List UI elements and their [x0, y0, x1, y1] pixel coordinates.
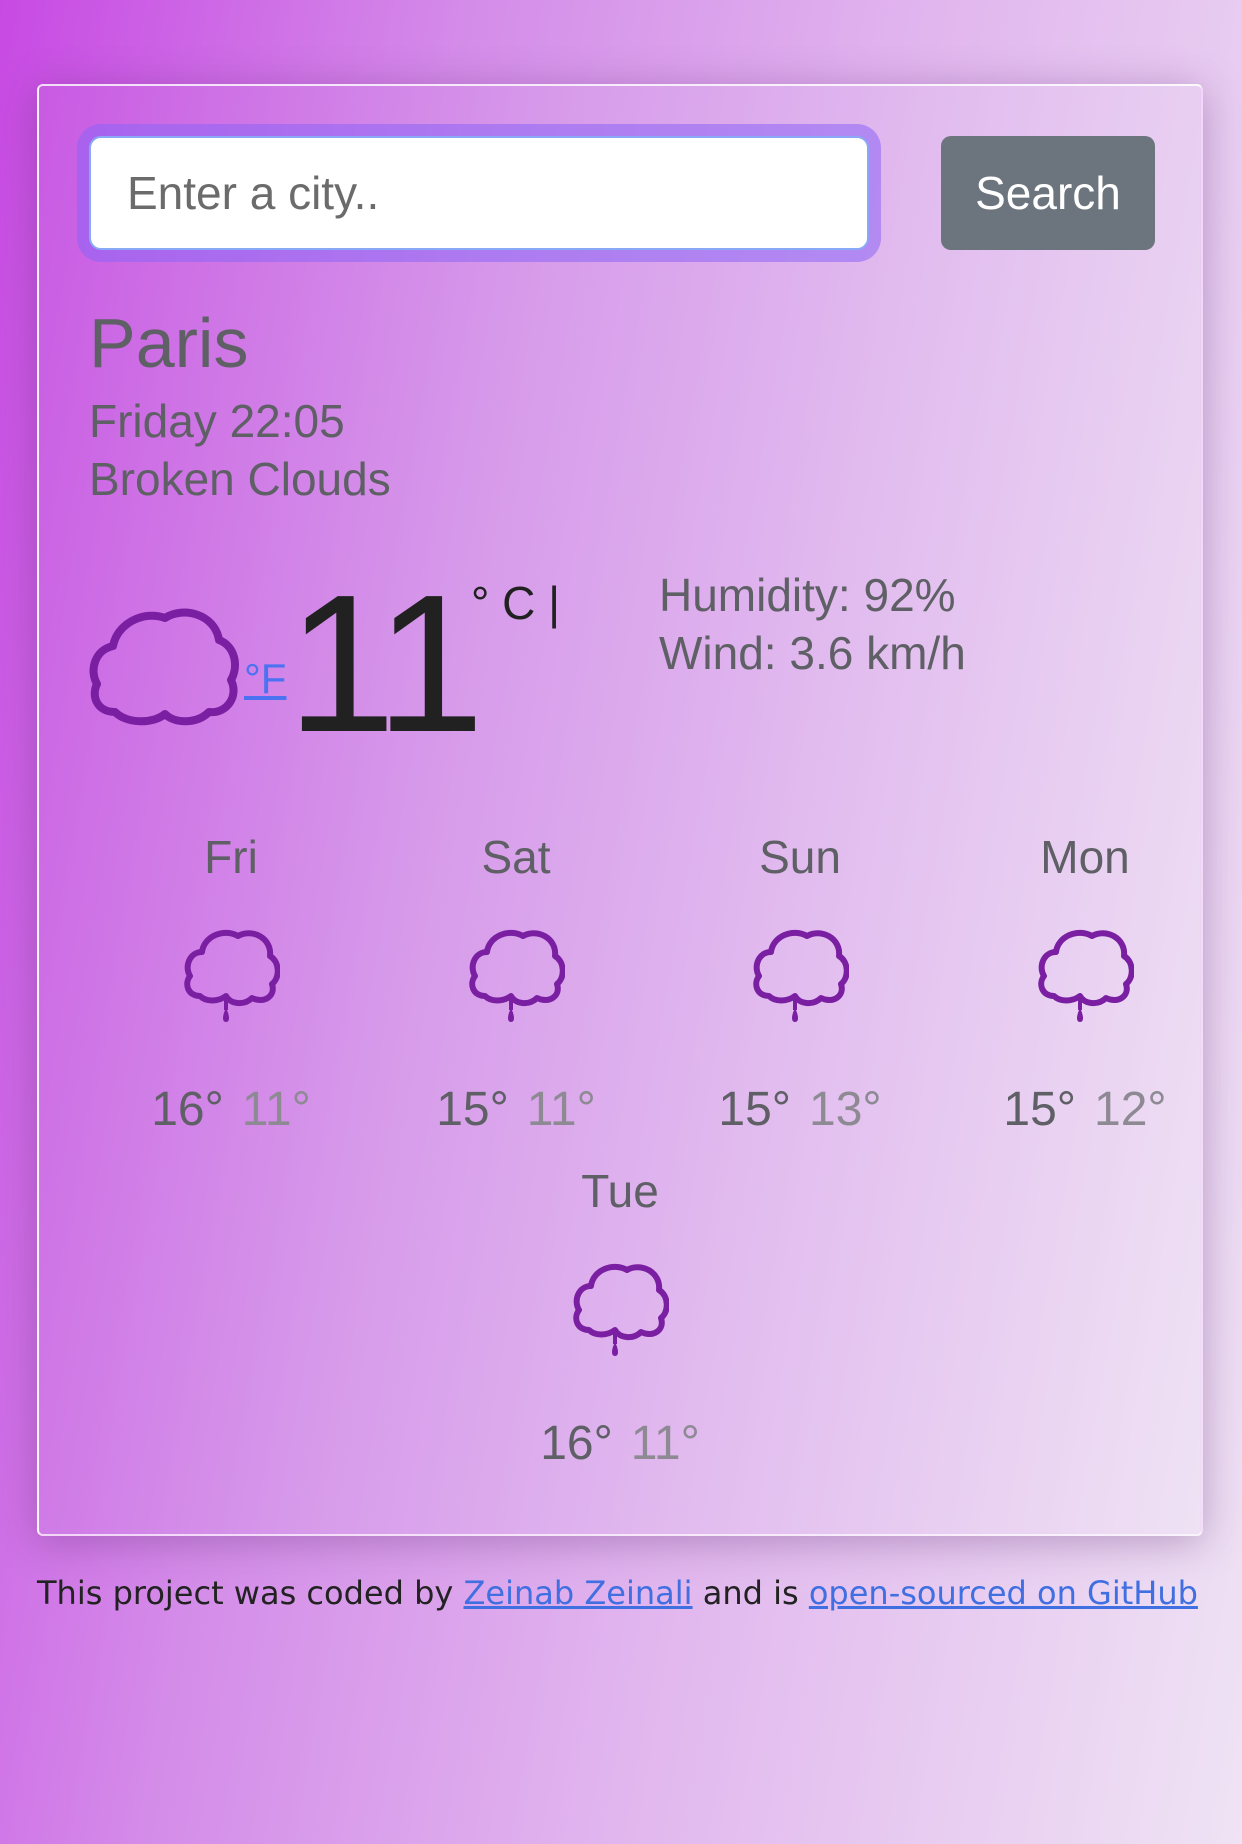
forecast-day-name: Mon	[1040, 831, 1130, 883]
forecast-day: Mon 15° 12°	[942, 834, 1228, 1134]
forecast-max-temp: 16°	[151, 1083, 224, 1136]
forecast-day-name: Sat	[481, 831, 551, 883]
forecast-temps: 15° 12°	[942, 1086, 1228, 1134]
forecast-day: Sat 15° 11°	[373, 834, 659, 1134]
forecast-day-name: Sun	[759, 831, 841, 883]
search-form: Search	[89, 136, 1155, 250]
footer: This project was coded by Zeinab Zeinali…	[37, 1574, 1198, 1612]
rain-cloud-icon	[1038, 929, 1134, 1022]
forecast-day: Sun 15° 13°	[657, 834, 943, 1134]
footer-text: and is	[702, 1574, 799, 1612]
weather-card: Search Paris Friday 22:05 Broken Clouds …	[37, 84, 1203, 1536]
forecast-max-temp: 15°	[1003, 1083, 1076, 1136]
fahrenheit-link[interactable]: °F	[244, 658, 286, 700]
humidity: Humidity: 92%	[659, 569, 956, 621]
rain-cloud-icon	[753, 929, 849, 1022]
search-button[interactable]: Search	[941, 136, 1155, 250]
forecast-temps: 16° 11°	[477, 1420, 763, 1468]
current-temperature: 11	[287, 554, 484, 773]
celsius-unit: ° C |	[471, 577, 561, 629]
forecast-min-temp: 11°	[630, 1417, 700, 1470]
city-name: Paris	[89, 304, 249, 382]
cloud-icon	[89, 608, 239, 726]
rain-cloud-icon	[573, 1263, 669, 1356]
city-search-input[interactable]	[89, 136, 869, 250]
forecast-min-temp: 12°	[1094, 1083, 1167, 1136]
current-datetime: Friday 22:05	[89, 395, 345, 447]
wind-speed: Wind: 3.6 km/h	[659, 627, 966, 679]
forecast-day: Fri 16° 11°	[88, 834, 374, 1134]
forecast-day: Tue 16° 11°	[477, 1168, 763, 1468]
rain-cloud-icon	[469, 929, 565, 1022]
forecast-min-temp: 11°	[526, 1083, 596, 1136]
rain-cloud-icon	[184, 929, 280, 1022]
forecast-temps: 15° 13°	[657, 1086, 943, 1134]
weather-details: Humidity: 92% Wind: 3.6 km/h	[659, 566, 966, 682]
forecast-max-temp: 15°	[718, 1083, 791, 1136]
weather-description: Broken Clouds	[89, 453, 391, 505]
forecast-temps: 15° 11°	[373, 1086, 659, 1134]
forecast-day-name: Tue	[581, 1165, 659, 1217]
forecast-min-temp: 11°	[241, 1083, 311, 1136]
forecast-temps: 16° 11°	[88, 1086, 374, 1134]
forecast-max-temp: 15°	[436, 1083, 509, 1136]
footer-text: This project was coded by	[37, 1574, 454, 1612]
forecast-day-name: Fri	[204, 831, 258, 883]
author-link[interactable]: Zeinab Zeinali	[464, 1574, 693, 1612]
github-link[interactable]: open-sourced on GitHub	[809, 1574, 1198, 1612]
forecast-min-temp: 13°	[809, 1083, 882, 1136]
forecast-max-temp: 16°	[540, 1417, 613, 1470]
